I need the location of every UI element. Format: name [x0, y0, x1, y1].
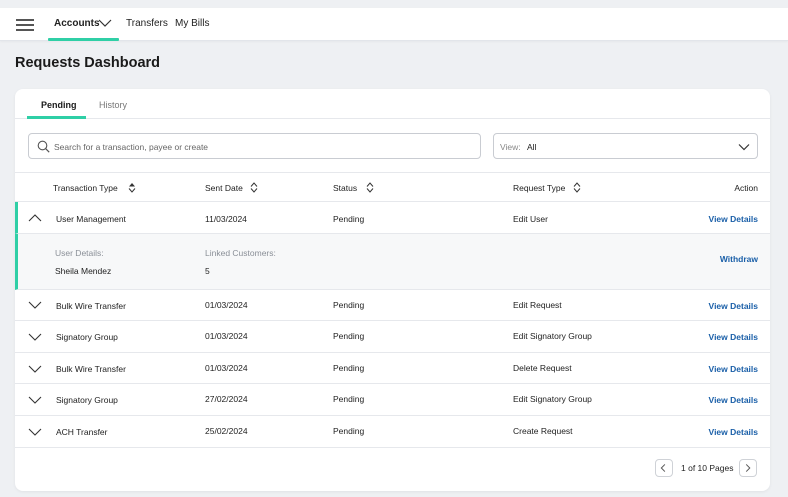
prev-page-button[interactable] [655, 459, 673, 477]
chevron-down-icon [738, 144, 750, 151]
request-type: Edit Signatory Group [513, 394, 592, 404]
view-details-link[interactable]: View Details [709, 214, 758, 224]
status: Pending [333, 300, 365, 310]
request-type: Edit Signatory Group [513, 331, 592, 341]
status: Pending [333, 394, 365, 404]
tab-bar: Pending History [15, 89, 770, 119]
tab-history[interactable]: History [99, 100, 127, 110]
table-row[interactable]: User Management 11/03/2024 Pending Edit … [15, 202, 770, 234]
chevron-down-icon[interactable] [28, 428, 42, 437]
sort-icon[interactable] [250, 182, 258, 193]
chevron-right-icon [745, 464, 751, 472]
sent-date: 01/03/2024 [205, 331, 248, 341]
column-action: Action [734, 183, 758, 193]
row-detail: User Details: Sheila Mendez Linked Custo… [15, 234, 770, 290]
linked-customers-value: 5 [205, 266, 210, 276]
user-details-value: Sheila Mendez [55, 266, 112, 276]
table-row[interactable]: Bulk Wire Transfer 01/03/2024 Pending Ed… [15, 290, 770, 321]
view-details-link[interactable]: View Details [709, 301, 758, 311]
chevron-down-icon[interactable] [28, 396, 42, 405]
view-details-link[interactable]: View Details [709, 427, 758, 437]
status: Pending [333, 214, 365, 224]
top-nav: Accounts Transfers My Bills [0, 8, 788, 41]
sent-date: 01/03/2024 [205, 363, 248, 373]
pagination: 1 of 10 Pages [655, 459, 759, 479]
search-placeholder: Search for a transaction, payee or creat… [54, 142, 209, 152]
transaction-type: User Management [56, 214, 126, 224]
sort-icon[interactable] [128, 182, 136, 193]
view-details-link[interactable]: View Details [709, 332, 758, 342]
request-type: Edit User [513, 214, 548, 224]
page-title: Requests Dashboard [15, 55, 161, 71]
withdraw-link[interactable]: Withdraw [720, 254, 758, 264]
view-select[interactable]: View: All [493, 133, 758, 159]
column-sent-date[interactable]: Sent Date [205, 183, 243, 193]
status: Pending [333, 363, 365, 373]
column-status[interactable]: Status [333, 183, 357, 193]
transaction-type: Signatory Group [56, 395, 118, 405]
nav-accounts[interactable]: Accounts [54, 18, 100, 29]
chevron-down-icon[interactable] [28, 333, 42, 342]
table-row[interactable]: Signatory Group 01/03/2024 Pending Edit … [15, 321, 770, 353]
request-type: Create Request [513, 426, 573, 436]
tab-pending[interactable]: Pending [41, 100, 77, 110]
table-row[interactable]: Signatory Group 27/02/2024 Pending Edit … [15, 384, 770, 416]
page-indicator: 1 of 10 Pages [681, 463, 734, 473]
sent-date: 11/03/2024 [205, 214, 247, 224]
chevron-down-icon[interactable] [28, 301, 42, 310]
requests-card: Pending History Search for a transaction… [15, 89, 770, 491]
next-page-button[interactable] [739, 459, 757, 477]
sort-icon[interactable] [573, 182, 581, 193]
status: Pending [333, 426, 365, 436]
sent-date: 25/02/2024 [205, 426, 248, 436]
nav-my-bills[interactable]: My Bills [175, 18, 209, 29]
tab-active-indicator [27, 116, 86, 119]
request-type: Delete Request [513, 363, 572, 373]
chevron-down-icon[interactable] [28, 365, 42, 374]
nav-transfers[interactable]: Transfers [126, 18, 168, 29]
view-details-link[interactable]: View Details [709, 395, 758, 405]
column-transaction-type[interactable]: Transaction Type [53, 183, 118, 193]
transaction-type: Bulk Wire Transfer [56, 364, 126, 374]
search-input[interactable]: Search for a transaction, payee or creat… [28, 133, 481, 159]
sent-date: 27/02/2024 [205, 394, 248, 404]
menu-icon[interactable] [16, 19, 34, 31]
user-details-label: User Details: [55, 248, 104, 258]
table-row[interactable]: ACH Transfer 25/02/2024 Pending Create R… [15, 416, 770, 448]
transaction-type: Bulk Wire Transfer [56, 301, 126, 311]
chevron-down-icon[interactable] [98, 18, 112, 28]
search-icon [37, 140, 50, 153]
linked-customers-label: Linked Customers: [205, 248, 276, 258]
request-type: Edit Request [513, 300, 562, 310]
chevron-up-icon[interactable] [28, 213, 42, 222]
transaction-type: Signatory Group [56, 332, 118, 342]
transaction-type: ACH Transfer [56, 427, 108, 437]
table-header: Transaction Type Sent Date Status Reques… [15, 172, 770, 202]
nav-active-indicator [48, 38, 119, 41]
sent-date: 01/03/2024 [205, 300, 248, 310]
status: Pending [333, 331, 365, 341]
sort-icon[interactable] [366, 182, 374, 193]
view-value: All [527, 142, 537, 152]
table-row[interactable]: Bulk Wire Transfer 01/03/2024 Pending De… [15, 353, 770, 384]
view-details-link[interactable]: View Details [709, 364, 758, 374]
chevron-left-icon [660, 464, 666, 472]
view-label: View: [500, 142, 521, 152]
column-request-type[interactable]: Request Type [513, 183, 565, 193]
